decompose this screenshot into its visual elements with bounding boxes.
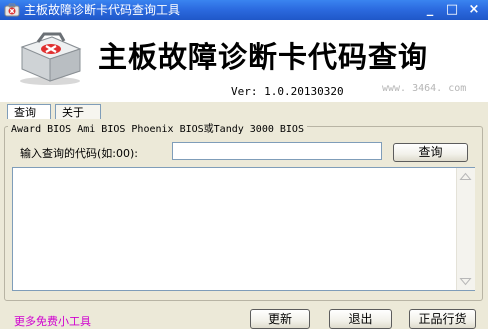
watermark: www. 3464. com xyxy=(382,83,467,94)
code-input[interactable] xyxy=(172,142,382,160)
app-title: 主板故障诊断卡代码查询 xyxy=(98,40,429,74)
genuine-button[interactable]: 正品行货 xyxy=(409,309,476,329)
triangle-down-icon[interactable] xyxy=(457,273,474,290)
results-scrollbar[interactable] xyxy=(456,168,475,290)
window-title: 主板故障诊断卡代码查询工具 xyxy=(24,3,181,17)
tab-query[interactable]: 查询 xyxy=(7,104,51,119)
tab-about[interactable]: 关于 xyxy=(55,104,101,119)
maximize-button[interactable]: □ xyxy=(442,1,462,19)
query-button[interactable]: 查询 xyxy=(393,143,468,162)
version-label: Ver: 1.0.20130320 xyxy=(231,85,344,98)
minimize-button[interactable]: _ xyxy=(420,1,440,19)
triangle-up-icon[interactable] xyxy=(457,168,474,185)
group-legend: Award BIOS Ami BIOS Phoenix BIOS或Tandy 3… xyxy=(8,120,307,135)
first-aid-kit-icon xyxy=(14,25,86,87)
close-button[interactable]: × xyxy=(464,1,484,19)
code-input-label: 输入查询的代码(如:00): xyxy=(20,147,138,160)
app-icon xyxy=(4,2,20,18)
refresh-button[interactable]: 更新 xyxy=(250,309,310,329)
exit-button[interactable]: 退出 xyxy=(329,309,392,329)
more-tools-link[interactable]: 更多免费小工具 xyxy=(14,313,91,329)
results-textarea[interactable] xyxy=(12,167,475,291)
